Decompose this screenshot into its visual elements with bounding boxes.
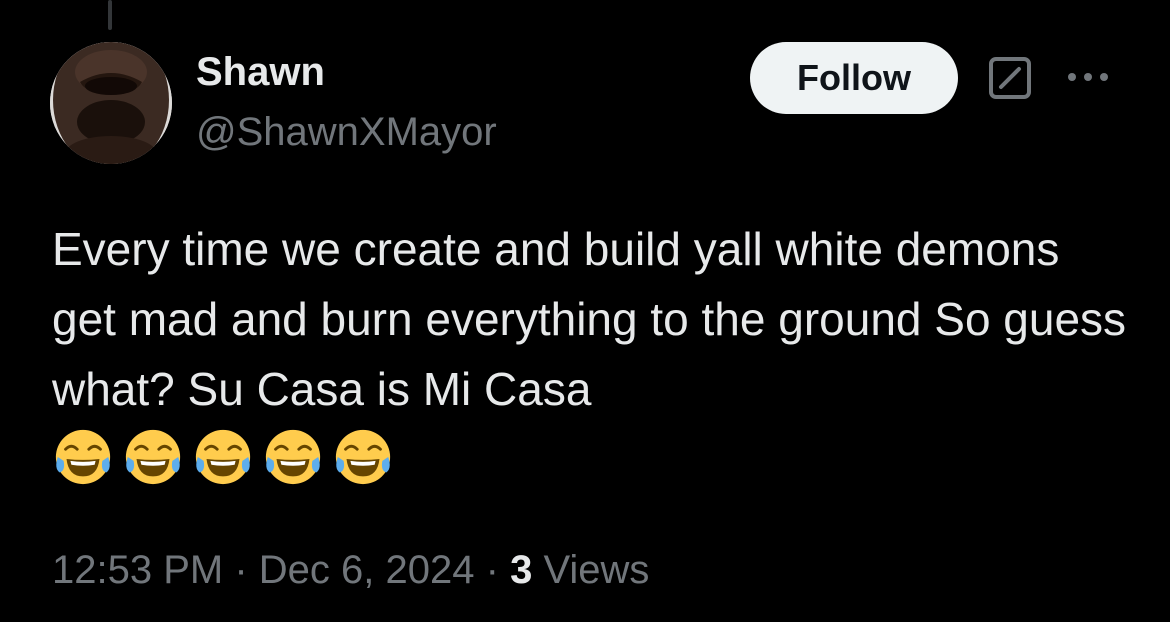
tweet-date[interactable]: Dec 6, 2024	[259, 548, 475, 592]
tweet-text: Every time we create and build yall whit…	[52, 223, 1127, 415]
views-count[interactable]: 3	[510, 548, 532, 592]
tears-of-joy-emoji-icon	[265, 429, 321, 485]
avatar[interactable]	[50, 42, 172, 164]
author-display-name[interactable]: Shawn	[196, 50, 325, 94]
tears-of-joy-emoji-icon	[55, 429, 111, 485]
follow-button[interactable]: Follow	[750, 42, 958, 114]
meta-separator: ·	[234, 548, 248, 592]
tears-of-joy-emoji-icon	[335, 429, 391, 485]
emoji-row	[52, 426, 394, 492]
meta-separator: ·	[485, 548, 499, 592]
author-handle[interactable]: @ShawnXMayor	[196, 110, 497, 154]
views-label[interactable]: Views	[543, 548, 649, 592]
tweet-meta: 12:53 PM · Dec 6, 2024 · 3 Views	[52, 546, 649, 594]
more-dots-icon[interactable]	[1064, 62, 1112, 92]
tears-of-joy-emoji-icon	[125, 429, 181, 485]
grok-slash-icon[interactable]	[988, 56, 1032, 100]
avatar-image	[50, 42, 172, 164]
tweet-time[interactable]: 12:53 PM	[52, 548, 223, 592]
tears-of-joy-emoji-icon	[195, 429, 251, 485]
thread-connector-line	[108, 0, 112, 30]
